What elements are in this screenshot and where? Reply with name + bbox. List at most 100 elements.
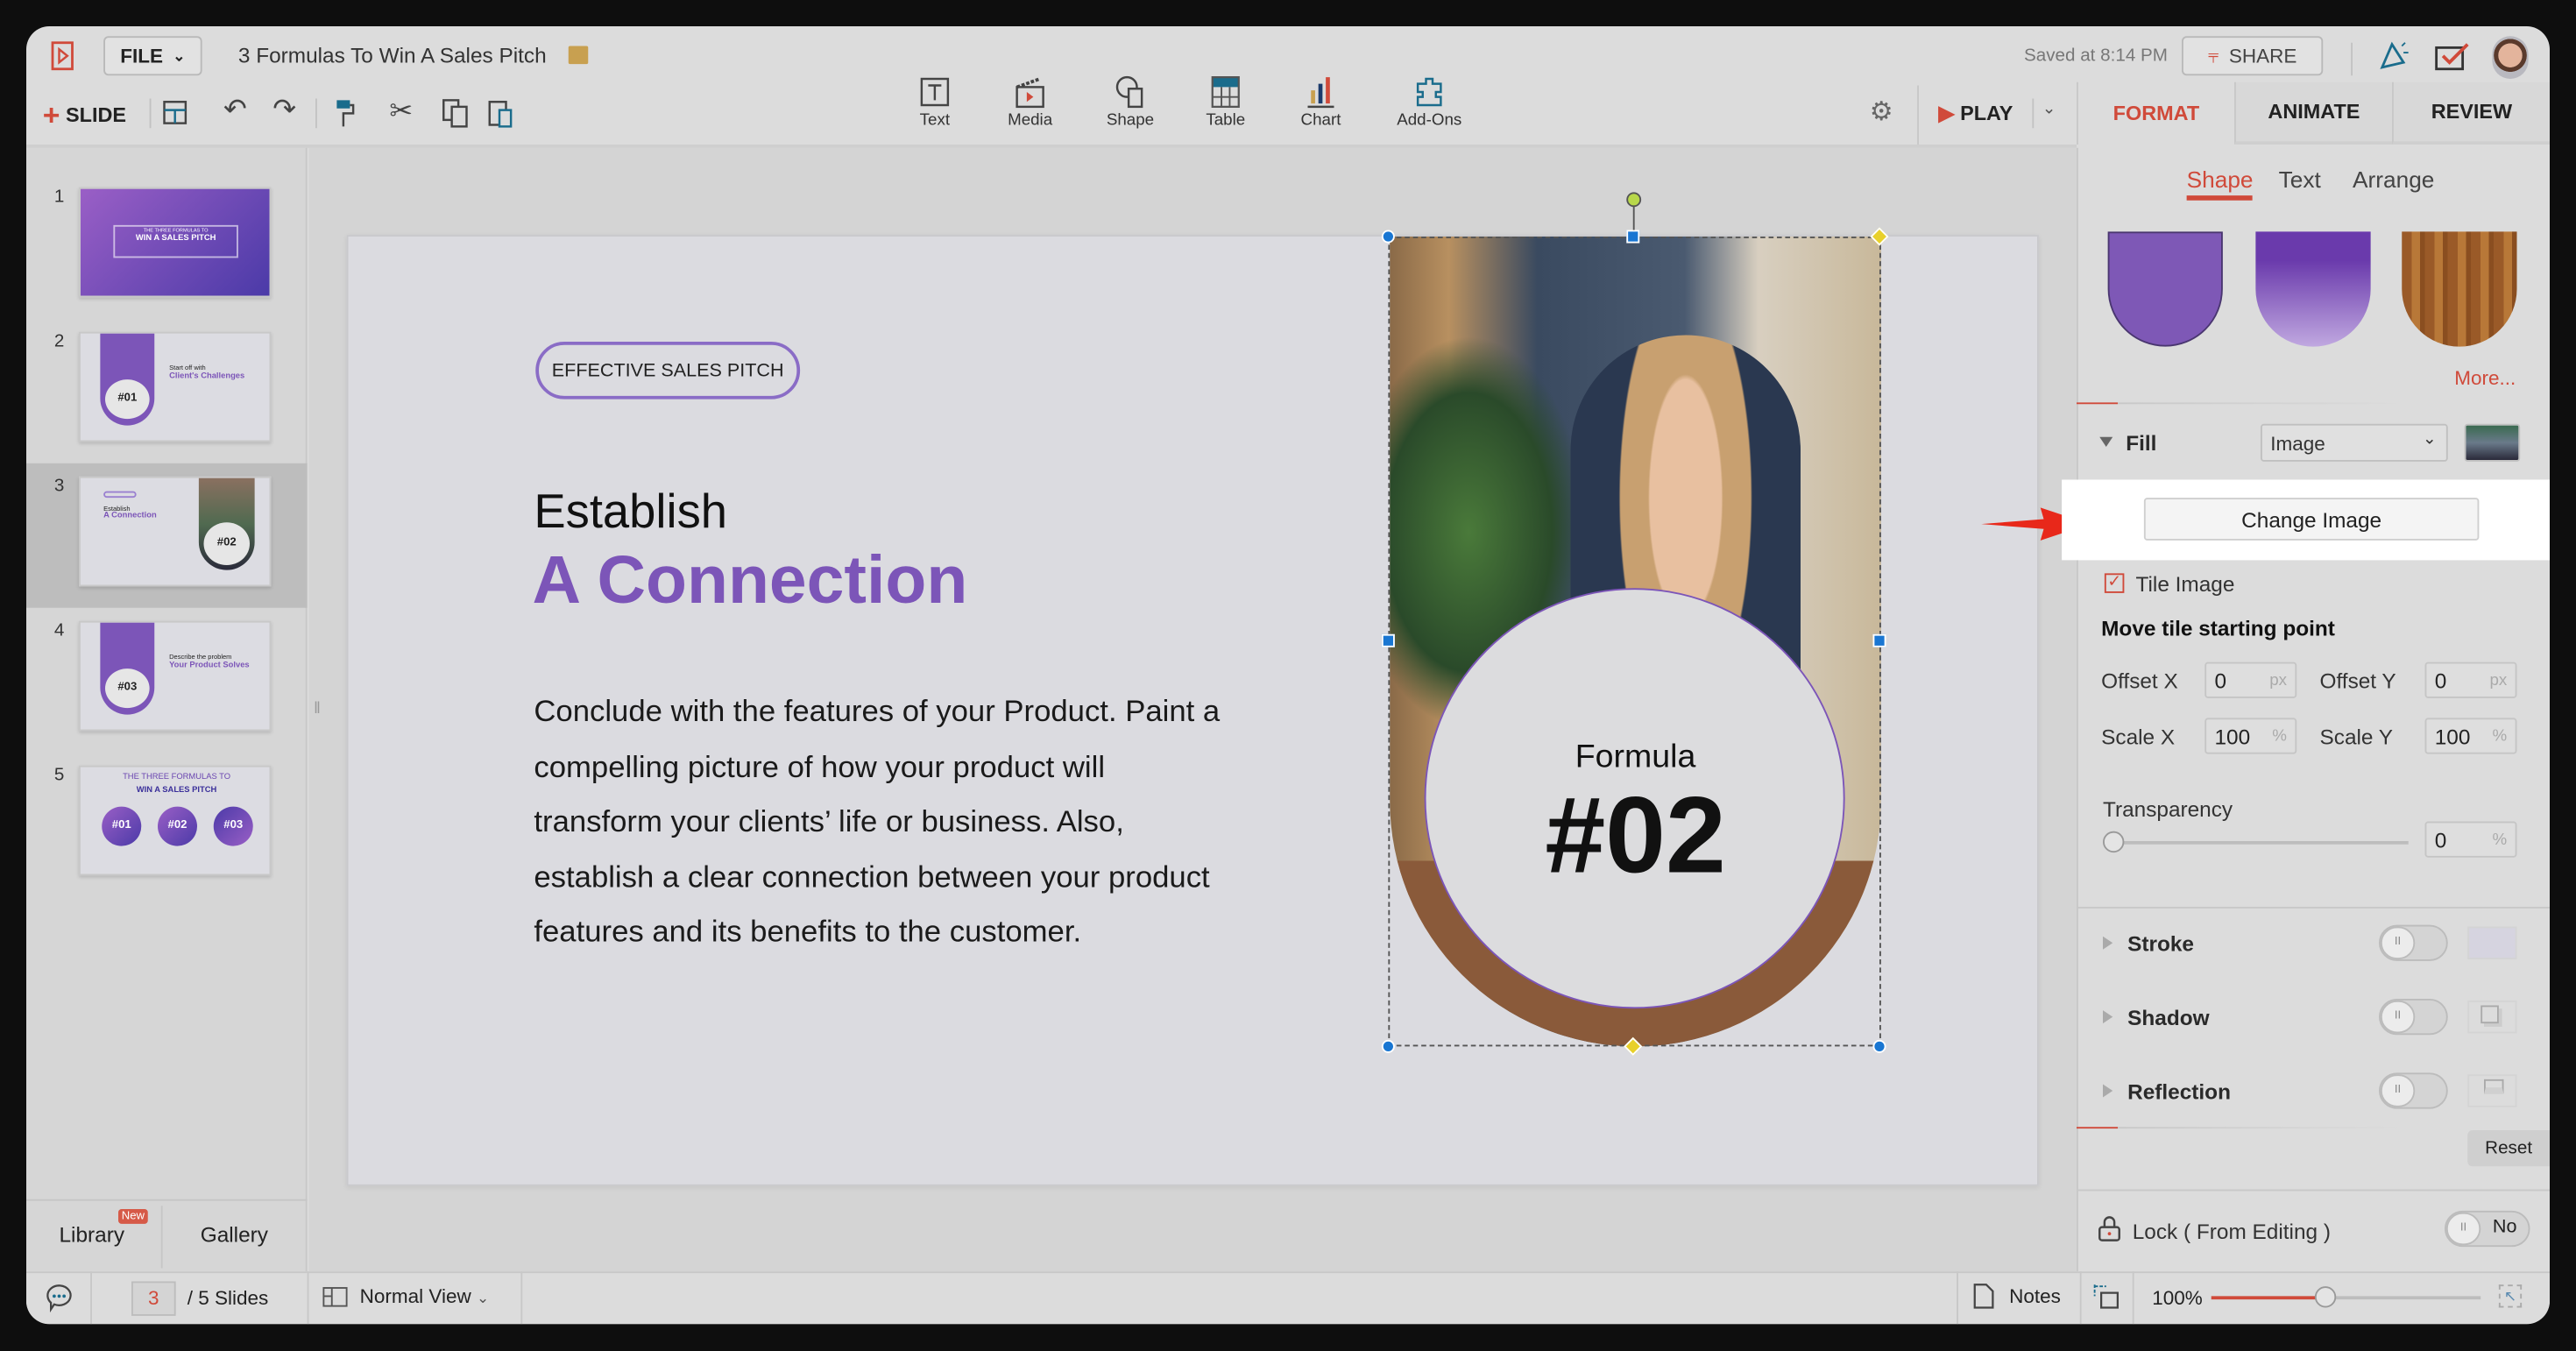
shadow-preset-icon[interactable]: [2467, 1000, 2517, 1034]
stroke-expand-icon[interactable]: [2103, 936, 2113, 950]
stroke-color-swatch[interactable]: [2467, 926, 2517, 959]
slide-canvas[interactable]: EFFECTIVE SALES PITCH Establish A Connec…: [346, 192, 2039, 1186]
slide-thumbnail-4[interactable]: #03 Describe the problem Your Product So…: [79, 620, 272, 732]
insert-addons-button[interactable]: Add-Ons: [1380, 75, 1479, 130]
bar-chart-icon: [1307, 77, 1334, 109]
slide-number: 3: [53, 476, 65, 497]
notes-button[interactable]: Notes: [2009, 1284, 2061, 1307]
resize-handle[interactable]: [1381, 230, 1395, 244]
sidebar-resize-handle[interactable]: ‖: [314, 700, 321, 718]
more-styles-link[interactable]: More...: [2454, 366, 2516, 389]
slide-thumbnail-5[interactable]: THE THREE FORMULAS TO WIN A SALES PITCH …: [79, 765, 272, 876]
offset-y-value: 0: [2434, 668, 2447, 694]
subtab-arrange[interactable]: Arrange: [2353, 166, 2434, 192]
play-options-chevron-icon[interactable]: ⌄: [2042, 100, 2056, 118]
announcement-icon[interactable]: [2375, 39, 2409, 73]
lock-toggle[interactable]: II No: [2445, 1210, 2530, 1248]
feedback-icon[interactable]: [2435, 43, 2471, 73]
shadow-toggle[interactable]: II: [2379, 999, 2448, 1036]
body-line: features and its benefits to the custome…: [534, 913, 1082, 948]
slide-heading[interactable]: Establish: [534, 486, 727, 541]
transparency-input[interactable]: 0%: [2424, 821, 2517, 858]
slide-thumbnail-2[interactable]: #01 Start off with Client's Challenges: [79, 331, 272, 442]
user-avatar[interactable]: [2492, 36, 2529, 79]
file-menu-button[interactable]: FILE ⌄: [103, 36, 202, 76]
play-button[interactable]: ▶ PLAY: [1939, 100, 2013, 124]
offset-x-input[interactable]: 0 px: [2204, 661, 2297, 698]
copy-icon[interactable]: [442, 99, 468, 129]
insert-shape-button[interactable]: Shape: [1081, 75, 1180, 130]
shape-style-solid[interactable]: [2107, 231, 2223, 347]
insert-chart-button[interactable]: Chart: [1271, 75, 1370, 130]
resize-handle[interactable]: [1381, 1039, 1395, 1053]
shape-style-gradient[interactable]: [2255, 231, 2371, 347]
slide-subheading[interactable]: A Connection: [533, 542, 968, 619]
slide-thumbnail-3[interactable]: Establish A Connection #02: [79, 476, 272, 587]
undo-icon[interactable]: ↶: [223, 94, 247, 127]
slide-number: 1: [53, 187, 65, 208]
fill-image-preview[interactable]: [2464, 423, 2521, 462]
reflection-preset-icon[interactable]: [2467, 1074, 2517, 1107]
paste-icon[interactable]: [488, 99, 514, 129]
thumb-title: WIN A SALES PITCH: [136, 785, 217, 796]
cut-icon[interactable]: ✂: [389, 95, 413, 129]
slide-body[interactable]: Conclude with the features of your Produ…: [534, 683, 1220, 958]
tab-animate[interactable]: ANIMATE: [2234, 81, 2392, 145]
redo-icon[interactable]: ↷: [272, 94, 296, 127]
resize-handle[interactable]: [1872, 633, 1886, 647]
transparency-slider-knob[interactable]: [2103, 831, 2125, 853]
scale-y-input[interactable]: 100%: [2424, 718, 2517, 754]
tile-image-checkbox[interactable]: ✓: [2104, 573, 2125, 593]
layout-icon[interactable]: [163, 100, 188, 124]
insert-media-button[interactable]: Media: [980, 75, 1079, 130]
reflection-expand-icon[interactable]: [2103, 1084, 2113, 1098]
tab-review[interactable]: REVIEW: [2392, 81, 2550, 145]
rotate-handle[interactable]: [1626, 192, 1642, 208]
change-image-button[interactable]: Change Image: [2143, 498, 2480, 541]
document-title[interactable]: 3 Formulas To Win A Sales Pitch: [238, 43, 547, 67]
share-button[interactable]: ⫧ SHARE: [2182, 36, 2324, 76]
insert-table-button[interactable]: Table: [1177, 75, 1276, 130]
transparency-slider-track[interactable]: [2105, 841, 2409, 845]
zoom-slider-track[interactable]: [2211, 1296, 2481, 1300]
resize-handle[interactable]: [1872, 1039, 1886, 1053]
fit-slide-icon[interactable]: [2093, 1283, 2120, 1309]
shape-style-wood[interactable]: [2402, 231, 2517, 347]
library-label: Library: [59, 1222, 125, 1248]
gallery-button[interactable]: Gallery: [201, 1222, 268, 1247]
folder-icon[interactable]: [568, 46, 589, 65]
divider: [315, 98, 317, 129]
settings-gear-icon[interactable]: ⚙: [1870, 95, 1893, 129]
resize-handle[interactable]: [1626, 230, 1640, 244]
fill-type-select[interactable]: Image ⌄: [2261, 423, 2448, 462]
current-slide-input[interactable]: 3: [131, 1281, 176, 1316]
resize-handle[interactable]: [1381, 633, 1395, 647]
divider: [2132, 1271, 2134, 1325]
show-logo-icon[interactable]: [49, 41, 75, 71]
divider: [2077, 402, 2405, 405]
reset-button[interactable]: Reset: [2467, 1130, 2550, 1167]
view-select[interactable]: Normal View ⌄: [360, 1284, 490, 1307]
subtab-text[interactable]: Text: [2279, 166, 2321, 192]
offset-y-input[interactable]: 0 px: [2424, 661, 2517, 698]
fill-collapse-icon[interactable]: [2099, 436, 2113, 447]
format-painter-icon[interactable]: [336, 99, 356, 129]
fullscreen-icon[interactable]: ↖: [2498, 1284, 2523, 1308]
add-slide-button[interactable]: + SLIDE: [43, 99, 126, 133]
tab-format[interactable]: FORMAT: [2077, 81, 2234, 145]
reflection-toggle[interactable]: II: [2379, 1072, 2448, 1109]
play-label: PLAY: [1960, 102, 2013, 125]
thumb-badge: #02: [158, 806, 197, 846]
insert-text-button[interactable]: Text: [886, 75, 985, 130]
subtab-shape[interactable]: Shape: [2186, 166, 2254, 201]
thumb-badge: #02: [203, 522, 250, 565]
slide-pill-label[interactable]: EFFECTIVE SALES PITCH: [535, 342, 801, 400]
scale-x-input[interactable]: 100%: [2204, 718, 2297, 754]
lock-icon: [2098, 1216, 2120, 1241]
slide-thumbnail-1[interactable]: THE THREE FORMULAS TO WIN A SALES PITCH: [79, 187, 272, 298]
library-button[interactable]: Library: [60, 1222, 125, 1247]
chat-icon[interactable]: [45, 1283, 74, 1313]
scale-y-value: 100: [2434, 724, 2471, 749]
stroke-toggle[interactable]: II: [2379, 924, 2448, 961]
shadow-expand-icon[interactable]: [2103, 1010, 2113, 1024]
